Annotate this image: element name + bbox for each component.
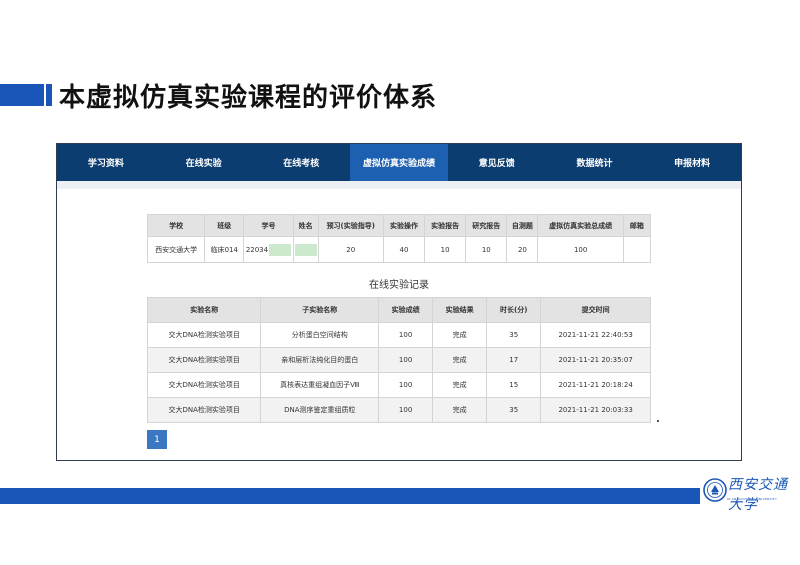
cell-duration: 15 <box>486 372 542 398</box>
col-name: 姓名 <box>292 214 319 237</box>
cell-duration: 17 <box>486 347 542 373</box>
cell-submit-time: 2021-11-21 20:35:07 <box>540 347 651 373</box>
cell-score: 100 <box>378 397 434 423</box>
col-class: 班级 <box>204 214 245 237</box>
cell-result: 完成 <box>432 397 488 423</box>
nav-item-scores[interactable]: 虚拟仿真实验成绩 <box>350 144 448 181</box>
cell-student-id: 22034 <box>245 245 269 254</box>
footer-bar <box>0 488 700 504</box>
cell-research: 10 <box>465 236 508 263</box>
cell-total: 100 <box>537 236 624 263</box>
cell-experiment-name: 交大DNA检测实验项目 <box>146 372 262 398</box>
cell-score: 100 <box>378 347 434 373</box>
cell-submit-time: 2021-11-21 22:40:53 <box>540 322 651 348</box>
cell-operation: 40 <box>382 236 426 263</box>
col-preview: 预习(实验指导) <box>317 214 384 237</box>
col-operation: 实验操作 <box>382 214 426 237</box>
col-score: 实验成绩 <box>378 297 434 323</box>
col-research: 研究报告 <box>465 214 508 237</box>
cursor-dot <box>657 420 659 422</box>
cell-submit-time: 2021-11-21 20:03:33 <box>540 397 651 423</box>
nav-item-application[interactable]: 申报材料 <box>643 144 741 181</box>
university-name: 西安交通大学 <box>728 477 788 513</box>
nav-item-study-materials[interactable]: 学习资料 <box>57 144 155 181</box>
table-row: 交大DNA检测实验项目 DNA测序鉴定重组质粒 100 完成 35 2021-1… <box>146 397 651 423</box>
col-total: 虚拟仿真实验总成绩 <box>537 214 624 237</box>
cell-experiment-name: 交大DNA检测实验项目 <box>146 322 262 348</box>
col-experiment-name: 实验名称 <box>146 297 262 323</box>
cell-submit-time: 2021-11-21 20:18:24 <box>540 372 651 398</box>
table-row: 交大DNA检测实验项目 分析蛋白空间结构 100 完成 35 2021-11-2… <box>146 322 651 348</box>
records-title: 在线实验记录 <box>369 280 429 291</box>
cell-duration: 35 <box>486 322 542 348</box>
col-result: 实验结果 <box>432 297 488 323</box>
cell-preview: 20 <box>317 236 384 263</box>
university-name-en: XI'AN JIAOTONG UNIVERSITY <box>727 497 778 501</box>
col-school: 学校 <box>146 214 206 237</box>
screenshot-panel: 学习资料 在线实验 在线考核 虚拟仿真实验成绩 意见反馈 数据统计 申报材料 学… <box>56 143 742 461</box>
nav-item-feedback[interactable]: 意见反馈 <box>448 144 546 181</box>
cell-score: 100 <box>378 322 434 348</box>
redaction-mask <box>294 243 317 256</box>
cell-school: 西安交通大学 <box>146 236 206 263</box>
col-submit-time: 提交时间 <box>540 297 651 323</box>
cell-sub-experiment: 分析蛋白空间结构 <box>260 322 380 348</box>
title-accent <box>46 84 52 106</box>
nav-item-statistics[interactable]: 数据统计 <box>546 144 644 181</box>
col-sub-experiment: 子实验名称 <box>260 297 380 323</box>
records-table: 实验名称 子实验名称 实验成绩 实验结果 时长(分) 提交时间 交大DNA检测实… <box>146 297 651 423</box>
nav-item-online-exam[interactable]: 在线考核 <box>252 144 350 181</box>
col-duration: 时长(分) <box>486 297 542 323</box>
cell-result: 完成 <box>432 372 488 398</box>
cell-score: 100 <box>378 372 434 398</box>
cell-experiment-name: 交大DNA检测实验项目 <box>146 397 262 423</box>
slide-title: 本虚拟仿真实验课程的评价体系 <box>59 83 438 113</box>
top-nav: 学习资料 在线实验 在线考核 虚拟仿真实验成绩 意见反馈 数据统计 申报材料 <box>57 144 741 181</box>
cell-sub-experiment: DNA测序鉴定重组质粒 <box>260 397 380 423</box>
col-report: 实验报告 <box>424 214 467 237</box>
score-table: 学校 班级 学号 姓名 预习(实验指导) 实验操作 实验报告 研究报告 自测题 … <box>146 214 652 263</box>
cell-duration: 35 <box>486 397 542 423</box>
cell-email <box>622 236 652 263</box>
nav-divider <box>57 181 741 189</box>
cell-sub-experiment: 真核表达重组凝血因子Ⅷ <box>260 372 380 398</box>
score-table-row: 西安交通大学 临床014 22034 20 40 10 10 20 100 <box>146 236 652 263</box>
cell-name-wrap <box>292 236 319 263</box>
records-table-header: 实验名称 子实验名称 实验成绩 实验结果 时长(分) 提交时间 <box>146 297 651 323</box>
cell-experiment-name: 交大DNA检测实验项目 <box>146 347 262 373</box>
score-table-header: 学校 班级 学号 姓名 预习(实验指导) 实验操作 实验报告 研究报告 自测题 … <box>146 214 652 237</box>
title-bar-decoration <box>0 84 44 106</box>
cell-student-id-wrap: 22034 <box>243 236 294 263</box>
cell-class: 临床014 <box>204 236 245 263</box>
col-self-test: 自测题 <box>506 214 539 237</box>
nav-item-online-experiment[interactable]: 在线实验 <box>155 144 253 181</box>
table-row: 交大DNA检测实验项目 真核表达重组凝血因子Ⅷ 100 完成 15 2021-1… <box>146 372 651 398</box>
cell-result: 完成 <box>432 322 488 348</box>
table-row: 交大DNA检测实验项目 亲和层析法纯化目的蛋白 100 完成 17 2021-1… <box>146 347 651 373</box>
cell-sub-experiment: 亲和层析法纯化目的蛋白 <box>260 347 380 373</box>
col-student-id: 学号 <box>243 214 294 237</box>
cell-report: 10 <box>424 236 467 263</box>
cell-result: 完成 <box>432 347 488 373</box>
redaction-mask <box>269 243 292 256</box>
pagination-page-button[interactable]: 1 <box>147 430 167 449</box>
col-email: 邮箱 <box>622 214 652 237</box>
cell-self-test: 20 <box>506 236 539 263</box>
